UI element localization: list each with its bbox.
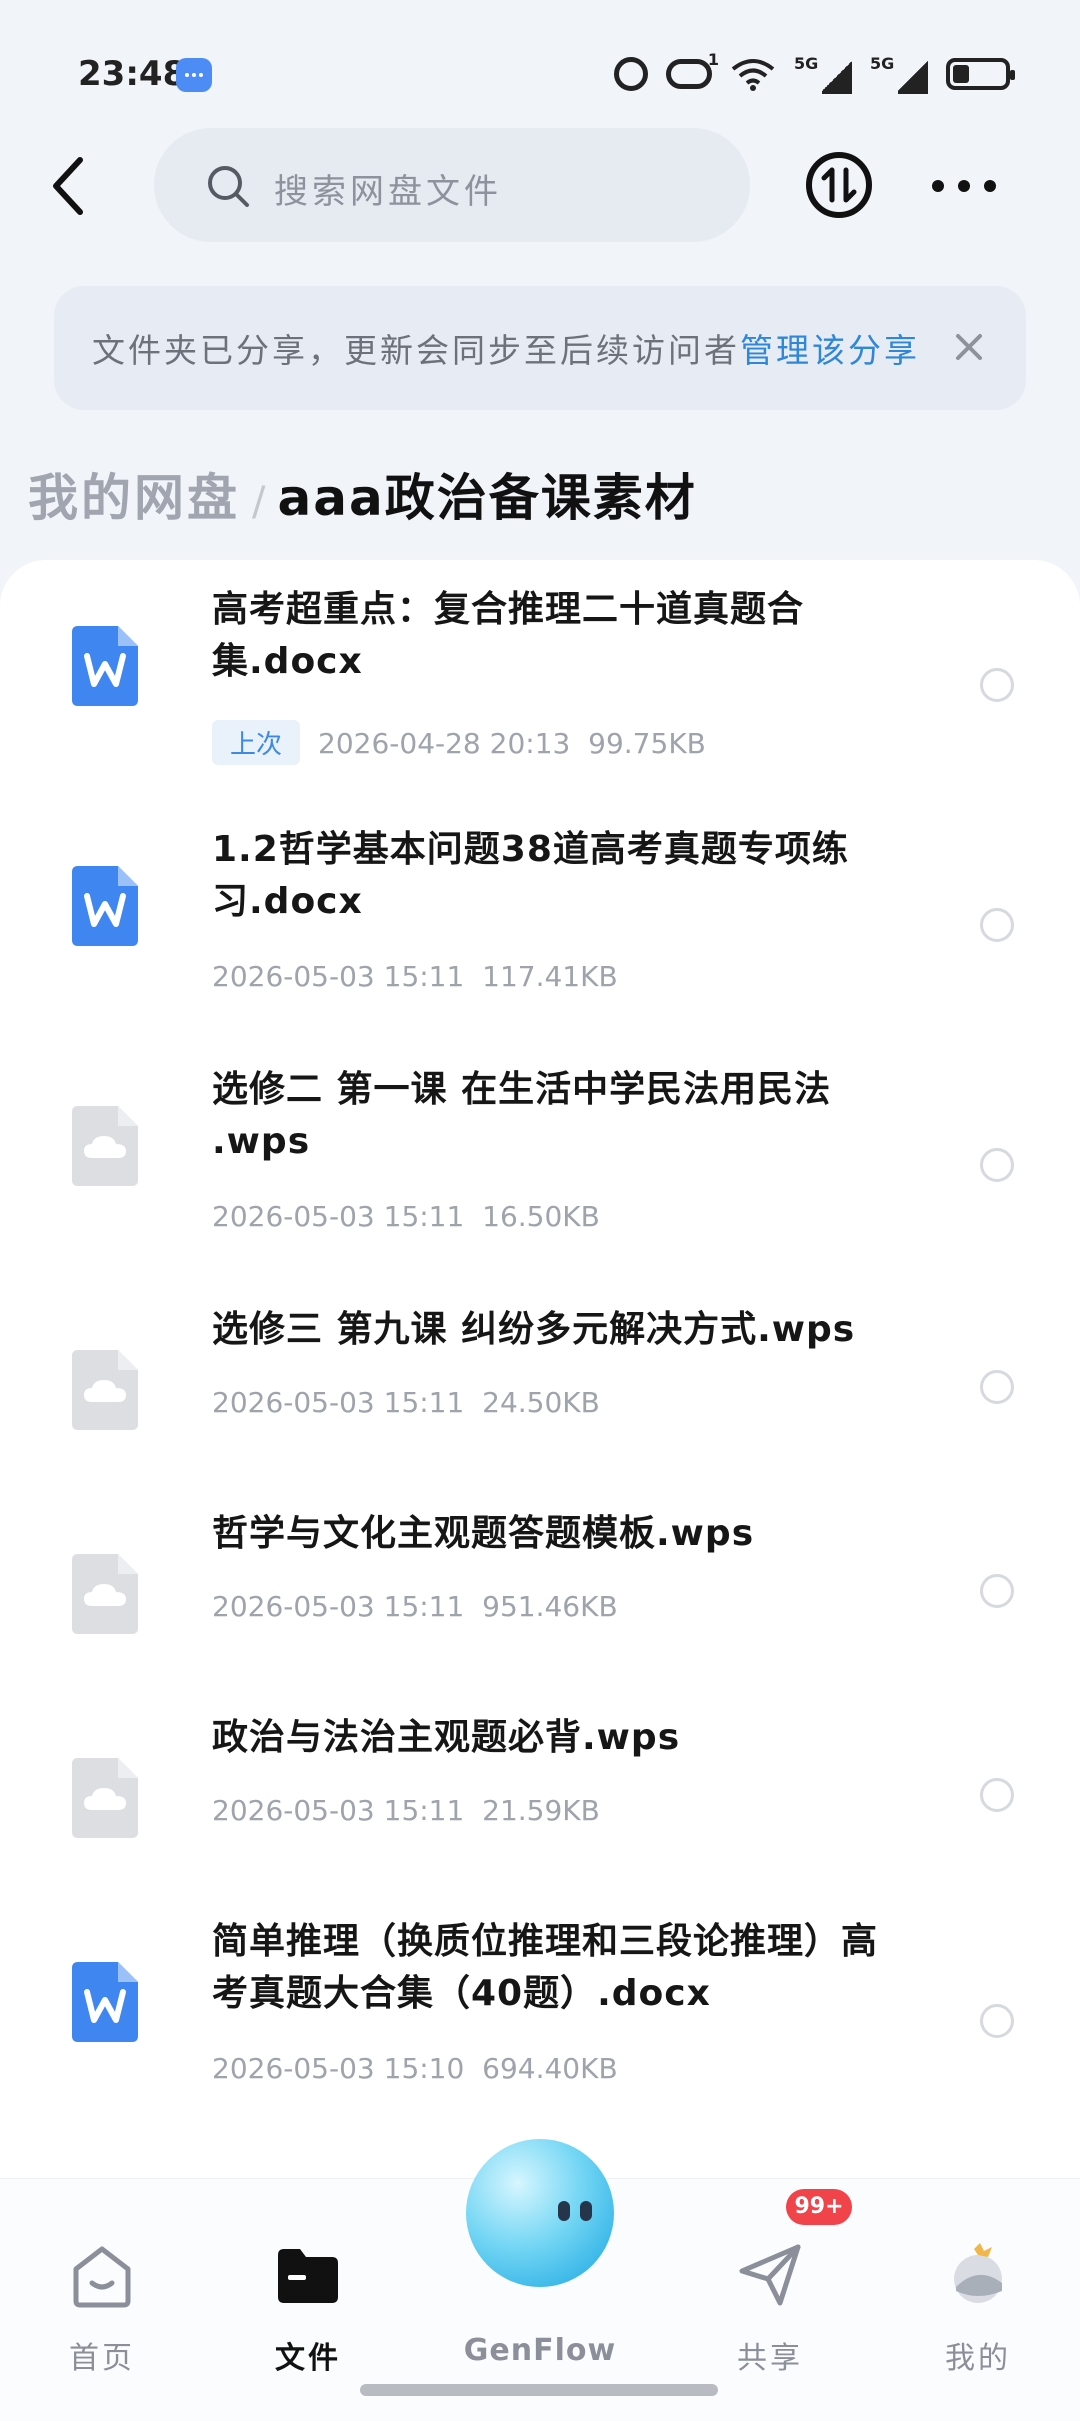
file-date: 2026-05-03 15:10: [212, 2052, 465, 2085]
word-file-icon: [72, 866, 138, 946]
top-bar: 搜索网盘文件: [0, 128, 1080, 244]
search-icon: [208, 166, 249, 207]
message-notification-icon: [176, 58, 212, 92]
nav-home[interactable]: 首页: [32, 2213, 172, 2376]
paper-plane-icon: [739, 2244, 801, 2306]
file-date: 2026-05-03 15:11: [212, 960, 465, 993]
wifi-icon: [731, 59, 775, 91]
file-row[interactable]: 选修三 第九课 纠纷多元解决方式.wps 2026-05-03 15:11 24…: [0, 1300, 1080, 1480]
file-meta: 2026-05-03 15:11 951.46KB: [212, 1590, 618, 1623]
avatar-icon: [954, 2243, 1002, 2303]
nav-files[interactable]: 文件: [238, 2213, 378, 2376]
signal-sim2-icon: 5G: [870, 54, 928, 94]
alarm-icon: [614, 57, 648, 91]
file-row[interactable]: 政治与法治主观题必背.wps 2026-05-03 15:11 21.59KB: [0, 1708, 1080, 1888]
share-notice-message: 文件夹已分享，更新会同步至后续访问者: [92, 331, 740, 370]
file-meta: 2026-05-03 15:10 694.40KB: [212, 2052, 618, 2085]
transfer-icon[interactable]: [804, 150, 874, 220]
search-input[interactable]: 搜索网盘文件: [154, 128, 750, 242]
select-checkbox[interactable]: [980, 908, 1014, 942]
file-name: 哲学与文化主观题答题模板.wps: [212, 1513, 755, 1554]
file-name: 政治与法治主观题必背.wps: [212, 1717, 681, 1758]
file-size: 24.50KB: [482, 1386, 600, 1419]
manage-share-link[interactable]: 管理该分享: [740, 331, 920, 370]
back-button[interactable]: [38, 148, 102, 224]
hotspot-icon: 1: [666, 50, 719, 89]
file-meta: 上次 2026-04-28 20:13 99.75KB: [212, 720, 706, 765]
file-name: 高考超重点：复合推理二十道真题合集.docx: [212, 589, 805, 682]
word-file-icon: [72, 1962, 138, 2042]
file-meta: 2026-05-03 15:11 24.50KB: [212, 1386, 600, 1419]
file-row[interactable]: 简单推理（换质位推理和三段论推理）高考真题大合集（40题）.docx 2026-…: [0, 1912, 1080, 2142]
sim2-label: 5G: [870, 54, 895, 73]
share-notice-banner: 文件夹已分享，更新会同步至后续访问者管理该分享: [54, 286, 1026, 410]
nav-genflow-label: GenFlow: [463, 2333, 617, 2368]
more-icon[interactable]: [924, 158, 1004, 214]
file-meta: 2026-05-03 15:11 117.41KB: [212, 960, 618, 993]
select-checkbox[interactable]: [980, 1778, 1014, 1812]
nav-share[interactable]: 共享: [700, 2213, 840, 2376]
breadcrumb-current: aaa政治备课素材: [277, 469, 697, 527]
file-size: 16.50KB: [482, 1200, 600, 1233]
signal-sim1-icon: 5G: [794, 54, 852, 94]
file-meta: 2026-05-03 15:11 21.59KB: [212, 1794, 600, 1827]
genflow-eye: [558, 2201, 570, 2221]
file-name: 1.2哲学基本问题38道高考真题专项练习.docx: [212, 829, 849, 922]
nav-mine[interactable]: 我的: [908, 2213, 1048, 2376]
nav-files-label: 文件: [275, 2341, 341, 2376]
genflow-button[interactable]: [466, 2139, 614, 2287]
search-placeholder: 搜索网盘文件: [274, 172, 502, 212]
file-size: 21.59KB: [482, 1794, 600, 1827]
file-row[interactable]: 1.2哲学基本问题38道高考真题专项练习.docx 2026-05-03 15:…: [0, 820, 1080, 1040]
cloud-file-icon: [72, 1758, 138, 1838]
share-notice-text: 文件夹已分享，更新会同步至后续访问者管理该分享: [92, 324, 920, 372]
status-time: 23:48: [78, 54, 187, 94]
home-icon: [73, 2246, 131, 2308]
select-checkbox[interactable]: [980, 2004, 1014, 2038]
nav-home-label: 首页: [69, 2341, 135, 2376]
file-date: 2026-05-03 15:11: [212, 1794, 465, 1827]
recent-tag: 上次: [212, 720, 301, 765]
breadcrumb: 我的网盘 / aaa政治备课素材: [28, 458, 697, 527]
select-checkbox[interactable]: [980, 1148, 1014, 1182]
file-size: 951.46KB: [482, 1590, 618, 1623]
cloud-file-icon: [72, 1350, 138, 1430]
file-size: 99.75KB: [588, 727, 706, 760]
file-name: 选修三 第九课 纠纷多元解决方式.wps: [212, 1309, 856, 1350]
word-file-icon: [72, 626, 138, 706]
breadcrumb-separator: /: [252, 479, 266, 525]
genflow-eye: [580, 2201, 592, 2221]
sim1-label: 5G: [794, 54, 819, 73]
chevron-left-icon: [53, 157, 83, 215]
cloud-file-icon: [72, 1106, 138, 1186]
select-checkbox[interactable]: [980, 1370, 1014, 1404]
file-row[interactable]: 选修二 第一课 在生活中学民法用民法 .wps 2026-05-03 15:11…: [0, 1060, 1080, 1280]
select-checkbox[interactable]: [980, 1574, 1014, 1608]
folder-icon: [278, 2249, 338, 2303]
file-row[interactable]: 高考超重点：复合推理二十道真题合集.docx 上次 2026-04-28 20:1…: [0, 580, 1080, 800]
file-name: 选修二 第一课 在生活中学民法用民法 .wps: [212, 1069, 832, 1162]
home-indicator[interactable]: [360, 2384, 718, 2396]
file-size: 117.41KB: [482, 960, 618, 993]
breadcrumb-root[interactable]: 我的网盘: [28, 469, 240, 527]
file-date: 2026-05-03 15:11: [212, 1386, 465, 1419]
file-list: 高考超重点：复合推理二十道真题合集.docx 上次 2026-04-28 20:1…: [0, 560, 1080, 2180]
share-count-badge: 99+: [786, 2189, 852, 2225]
file-date: 2026-05-03 15:11: [212, 1590, 465, 1623]
file-meta: 2026-05-03 15:11 16.50KB: [212, 1200, 600, 1233]
nav-mine-label: 我的: [945, 2341, 1011, 2376]
battery-icon: [946, 58, 1015, 90]
hotspot-count: 1: [707, 50, 719, 69]
file-date: 2026-04-28 20:13: [318, 727, 571, 760]
file-name: 简单推理（换质位推理和三段论推理）高考真题大合集（40题）.docx: [212, 1921, 879, 2014]
file-row[interactable]: 哲学与文化主观题答题模板.wps 2026-05-03 15:11 951.46…: [0, 1504, 1080, 1684]
close-icon[interactable]: [946, 324, 992, 370]
status-icons: 1 5G 5G: [614, 50, 1015, 96]
file-size: 694.40KB: [482, 2052, 618, 2085]
select-checkbox[interactable]: [980, 668, 1014, 702]
file-date: 2026-05-03 15:11: [212, 1200, 465, 1233]
cloud-file-icon: [72, 1554, 138, 1634]
nav-share-label: 共享: [737, 2341, 803, 2376]
